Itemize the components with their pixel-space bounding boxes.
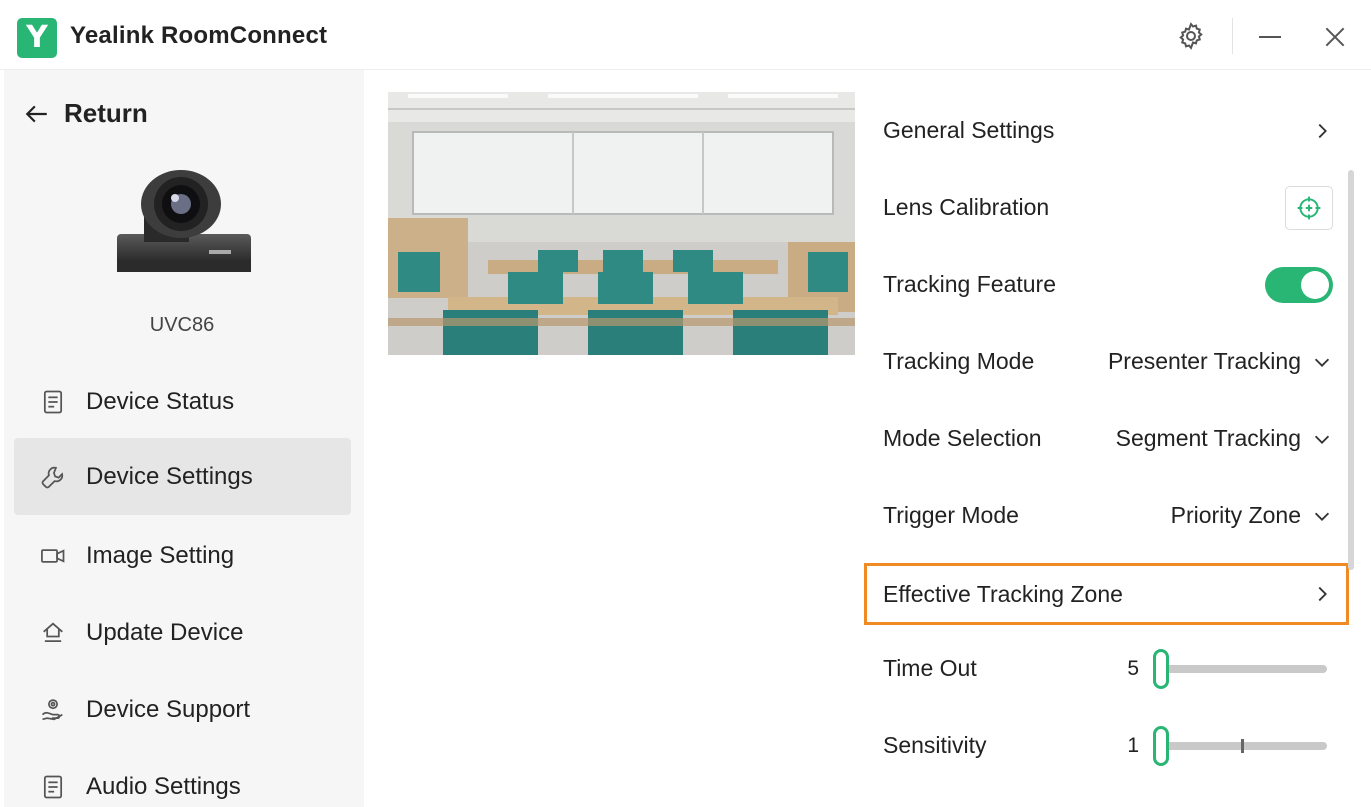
sensitivity-value: 1 xyxy=(1127,733,1139,757)
crosshair-icon xyxy=(1297,196,1321,219)
arrow-left-icon xyxy=(25,105,47,122)
chevron-down-icon xyxy=(1314,358,1330,367)
sensitivity-slider-thumb[interactable] xyxy=(1153,725,1169,766)
sidebar: Return UVC86 Device Status Device Settin… xyxy=(4,70,364,807)
sidebar-item-audio-settings[interactable]: Audio Settings xyxy=(14,748,351,807)
sidebar-item-device-status[interactable]: Device Status xyxy=(14,363,351,440)
document-icon xyxy=(38,772,68,802)
return-label: Return xyxy=(64,98,148,128)
trigger-mode-label: Trigger Mode xyxy=(883,502,1019,528)
tracking-mode-label: Tracking Mode xyxy=(883,348,1035,374)
minimize-button[interactable] xyxy=(1259,36,1281,38)
sensitivity-slider[interactable] xyxy=(1153,725,1327,766)
close-icon[interactable] xyxy=(1322,24,1348,50)
mode-selection-dropdown[interactable]: Segment Tracking xyxy=(1116,425,1333,452)
time-out-row: Time Out 5 xyxy=(864,630,1349,707)
lens-calibration-button[interactable] xyxy=(1285,185,1333,230)
upload-home-icon xyxy=(38,618,68,648)
sidebar-item-label: Device Status xyxy=(86,387,235,415)
sidebar-item-image-setting[interactable]: Image Setting xyxy=(14,517,351,594)
time-out-value: 5 xyxy=(1127,656,1139,680)
tracking-feature-label: Tracking Feature xyxy=(883,271,1056,297)
sidebar-item-label: Image Setting xyxy=(86,541,235,569)
sidebar-item-label: Device Settings xyxy=(86,462,253,490)
app-logo: Y xyxy=(17,18,57,58)
effective-tracking-zone-label: Effective Tracking Zone xyxy=(883,580,1123,607)
gear-icon[interactable] xyxy=(1176,21,1206,51)
lens-calibration-row: Lens Calibration xyxy=(864,169,1349,246)
tracking-feature-row: Tracking Feature xyxy=(864,246,1349,323)
mode-selection-row: Mode Selection Segment Tracking xyxy=(864,400,1349,477)
chevron-down-icon xyxy=(1314,435,1330,444)
camera-device-image xyxy=(117,170,251,272)
sidebar-item-device-settings[interactable]: Device Settings xyxy=(14,438,351,515)
slider-tick xyxy=(1241,738,1244,753)
support-hand-icon xyxy=(38,695,68,725)
chevron-right-icon xyxy=(1318,586,1327,602)
tracking-mode-value: Presenter Tracking xyxy=(1107,348,1301,374)
wrench-icon xyxy=(38,462,68,492)
tracking-mode-dropdown[interactable]: Presenter Tracking xyxy=(1108,348,1333,375)
chevron-right-icon xyxy=(1318,123,1327,138)
tracking-mode-row: Tracking Mode Presenter Tracking xyxy=(864,323,1349,400)
return-button[interactable]: Return xyxy=(24,98,148,129)
mode-selection-value: Segment Tracking xyxy=(1115,425,1301,451)
toggle-knob xyxy=(1301,270,1329,299)
titlebar-separator xyxy=(1232,18,1233,54)
mode-selection-label: Mode Selection xyxy=(883,425,1042,451)
lens-calibration-label: Lens Calibration xyxy=(883,194,1050,220)
sensitivity-row: Sensitivity 1 xyxy=(864,707,1349,784)
trigger-mode-dropdown[interactable]: Priority Zone xyxy=(1171,502,1333,529)
camera-preview xyxy=(388,92,855,355)
sidebar-item-update-device[interactable]: Update Device xyxy=(14,594,351,671)
settings-scrollbar[interactable] xyxy=(1348,170,1354,570)
sidebar-item-label: Device Support xyxy=(86,695,251,723)
chevron-down-icon xyxy=(1314,512,1330,521)
sensitivity-label: Sensitivity xyxy=(883,732,987,758)
sidebar-item-label: Audio Settings xyxy=(86,772,241,800)
effective-tracking-zone-row[interactable]: Effective Tracking Zone xyxy=(864,563,1349,625)
document-icon xyxy=(38,387,68,417)
device-name: UVC86 xyxy=(149,314,215,336)
tracking-feature-toggle[interactable] xyxy=(1265,266,1333,303)
video-camera-icon xyxy=(38,541,68,571)
title-bar: Y Yealink RoomConnect xyxy=(0,0,1371,70)
time-out-slider-thumb[interactable] xyxy=(1153,648,1169,689)
general-settings-row[interactable]: General Settings xyxy=(864,92,1349,169)
general-settings-label: General Settings xyxy=(883,117,1055,143)
time-out-slider[interactable] xyxy=(1153,648,1327,689)
sidebar-item-label: Update Device xyxy=(86,618,244,646)
time-out-label: Time Out xyxy=(883,655,977,681)
app-title: Yealink RoomConnect xyxy=(70,22,328,49)
trigger-mode-row: Trigger Mode Priority Zone xyxy=(864,477,1349,554)
sidebar-item-device-support[interactable]: Device Support xyxy=(14,671,351,748)
trigger-mode-value: Priority Zone xyxy=(1170,502,1301,528)
